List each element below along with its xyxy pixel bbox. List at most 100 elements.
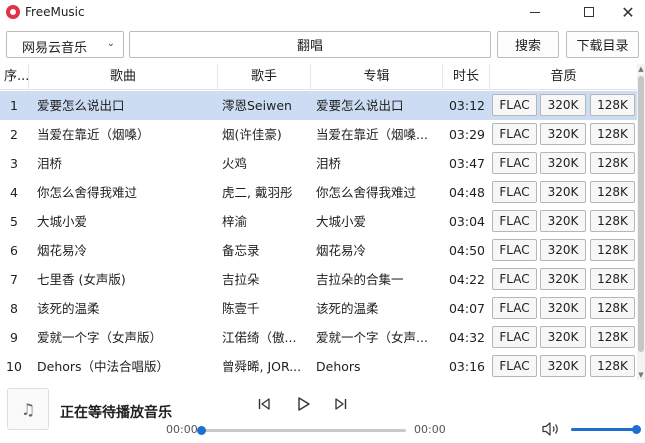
column-header-artist[interactable]: 歌手 [218, 64, 311, 90]
quality-128k-button[interactable]: 128K [590, 210, 635, 232]
quality-flac-button[interactable]: FLAC [492, 326, 537, 348]
row-index: 7 [10, 272, 18, 287]
quality-flac-button[interactable]: FLAC [492, 355, 537, 377]
song-title: 爱就一个字（女声版） [37, 330, 163, 345]
app-title: FreeMusic [25, 5, 85, 19]
quality-128k-button[interactable]: 128K [590, 94, 635, 116]
quality-flac-button[interactable]: FLAC [492, 123, 537, 145]
table-row[interactable]: 5 大城小爱 梓渝 大城小爱 03:04 FLAC 320K 128K [0, 207, 637, 236]
song-album: 大城小爱 [316, 214, 367, 229]
quality-128k-button[interactable]: 128K [590, 152, 635, 174]
column-header-title[interactable]: 歌曲 [29, 64, 218, 90]
column-header-duration[interactable]: 时长 [443, 64, 490, 90]
quality-128k-button[interactable]: 128K [590, 239, 635, 261]
scroll-down-icon[interactable]: ▼ [637, 371, 645, 379]
minimize-button[interactable] [513, 0, 557, 24]
quality-320k-button[interactable]: 320K [540, 152, 586, 174]
song-duration: 04:48 [448, 185, 486, 200]
source-select[interactable]: 网易云音乐 ⌄ [6, 31, 124, 58]
quality-128k-button[interactable]: 128K [590, 268, 635, 290]
table-row[interactable]: 3 泪桥 火鸡 泪桥 03:47 FLAC 320K 128K [0, 149, 637, 178]
quality-320k-button[interactable]: 320K [540, 297, 586, 319]
maximize-button[interactable] [567, 0, 611, 24]
search-button[interactable]: 搜索 [497, 31, 559, 58]
song-artist: 虎二, 戴羽彤 [222, 185, 293, 200]
quality-flac-button[interactable]: FLAC [492, 268, 537, 290]
song-table: 序... 歌曲 歌手 专辑 时长 音质 1 爱要怎么说出口 澪恩Seiwen 爱要怎么… [0, 64, 637, 380]
quality-320k-button[interactable]: 320K [540, 239, 586, 261]
quality-320k-button[interactable]: 320K [540, 123, 586, 145]
table-row[interactable]: 9 爱就一个字（女声版） 江偌绮（傲... 爱就一个字（女声... 04:32 FLAC 3… [0, 323, 637, 352]
quality-320k-button[interactable]: 320K [540, 94, 586, 116]
download-directory-button[interactable]: 下载目录 [566, 31, 639, 58]
skip-previous-icon [258, 398, 270, 410]
song-duration: 04:22 [448, 272, 486, 287]
quality-128k-button[interactable]: 128K [590, 326, 635, 348]
next-button[interactable] [330, 393, 352, 415]
song-artist: 烟(许佳豪) [222, 127, 282, 142]
row-index: 9 [10, 330, 18, 345]
table-row[interactable]: 1 爱要怎么说出口 澪恩Seiwen 爱要怎么说出口 03:12 FLAC 320K 128K [0, 91, 637, 120]
quality-flac-button[interactable]: FLAC [492, 297, 537, 319]
volume-button[interactable] [541, 420, 561, 438]
quality-320k-button[interactable]: 320K [540, 268, 586, 290]
skip-next-icon [335, 398, 347, 410]
column-header-index[interactable]: 序... [0, 64, 29, 90]
progress-handle[interactable] [197, 426, 206, 435]
table-row[interactable]: 4 你怎么舍得我难过 虎二, 戴羽彤 你怎么舍得我难过 04:48 FLAC 320K 128… [0, 178, 637, 207]
play-button[interactable] [292, 393, 314, 415]
column-header-quality[interactable]: 音质 [490, 64, 637, 90]
close-icon: ✕ [621, 2, 635, 22]
vertical-scrollbar[interactable]: ▲ ▼ [637, 64, 645, 380]
song-artist: 江偌绮（傲... [222, 330, 297, 345]
table-row[interactable]: 10 Dehors（中法合唱版） 曾舜晞, JOR... Dehors 03:16 FLA… [0, 352, 637, 380]
quality-128k-button[interactable]: 128K [590, 123, 635, 145]
song-duration: 04:32 [448, 330, 486, 345]
song-duration: 03:16 [448, 359, 486, 374]
quality-128k-button[interactable]: 128K [590, 297, 635, 319]
close-button[interactable]: ✕ [606, 0, 645, 24]
song-artist: 备忘录 [222, 243, 260, 258]
column-header-album[interactable]: 专辑 [311, 64, 443, 90]
song-title: Dehors（中法合唱版） [37, 359, 170, 374]
album-cover: ♫ [7, 388, 49, 430]
quality-320k-button[interactable]: 320K [540, 355, 586, 377]
song-duration: 03:04 [448, 214, 486, 229]
volume-slider[interactable] [571, 425, 641, 434]
title-bar: FreeMusic ✕ [0, 0, 645, 24]
quality-flac-button[interactable]: FLAC [492, 94, 537, 116]
scroll-up-icon[interactable]: ▲ [637, 65, 645, 73]
quality-flac-button[interactable]: FLAC [492, 181, 537, 203]
song-album: 当爱在靠近（烟嗓... [316, 127, 428, 142]
song-duration: 04:50 [448, 243, 486, 258]
volume-handle[interactable] [632, 425, 641, 434]
quality-128k-button[interactable]: 128K [590, 181, 635, 203]
minimize-icon [530, 11, 540, 13]
table-row[interactable]: 8 该死的温柔 陈壹千 该死的温柔 04:07 FLAC 320K 128K [0, 294, 637, 323]
source-select-value: 网易云音乐 [22, 41, 88, 56]
scrollbar-thumb[interactable] [638, 76, 644, 352]
song-artist: 吉拉朵 [222, 272, 260, 287]
table-row[interactable]: 7 七里香 (女声版) 吉拉朵 吉拉朵的合集一 04:22 FLAC 320K 128K [0, 265, 637, 294]
song-album: 你怎么舍得我难过 [316, 185, 417, 200]
quality-320k-button[interactable]: 320K [540, 181, 586, 203]
quality-flac-button[interactable]: FLAC [492, 210, 537, 232]
quality-320k-button[interactable]: 320K [540, 326, 586, 348]
quality-320k-button[interactable]: 320K [540, 210, 586, 232]
table-header: 序... 歌曲 歌手 专辑 时长 音质 [0, 64, 637, 90]
row-index: 6 [10, 243, 18, 258]
song-album: 该死的温柔 [316, 301, 379, 316]
table-row[interactable]: 6 烟花易冷 备忘录 烟花易冷 04:50 FLAC 320K 128K [0, 236, 637, 265]
song-album: 烟花易冷 [316, 243, 367, 258]
song-title: 你怎么舍得我难过 [37, 185, 138, 200]
song-album: Dehors [316, 359, 361, 374]
search-input[interactable] [129, 31, 491, 58]
table-row[interactable]: 2 当爱在靠近（烟嗓） 烟(许佳豪) 当爱在靠近（烟嗓... 03:29 FLAC 320K… [0, 120, 637, 149]
progress-slider[interactable] [197, 426, 406, 435]
quality-flac-button[interactable]: FLAC [492, 152, 537, 174]
quality-128k-button[interactable]: 128K [590, 355, 635, 377]
previous-button[interactable] [253, 393, 275, 415]
song-title: 大城小爱 [37, 214, 88, 229]
quality-flac-button[interactable]: FLAC [492, 239, 537, 261]
song-duration: 03:47 [448, 156, 486, 171]
